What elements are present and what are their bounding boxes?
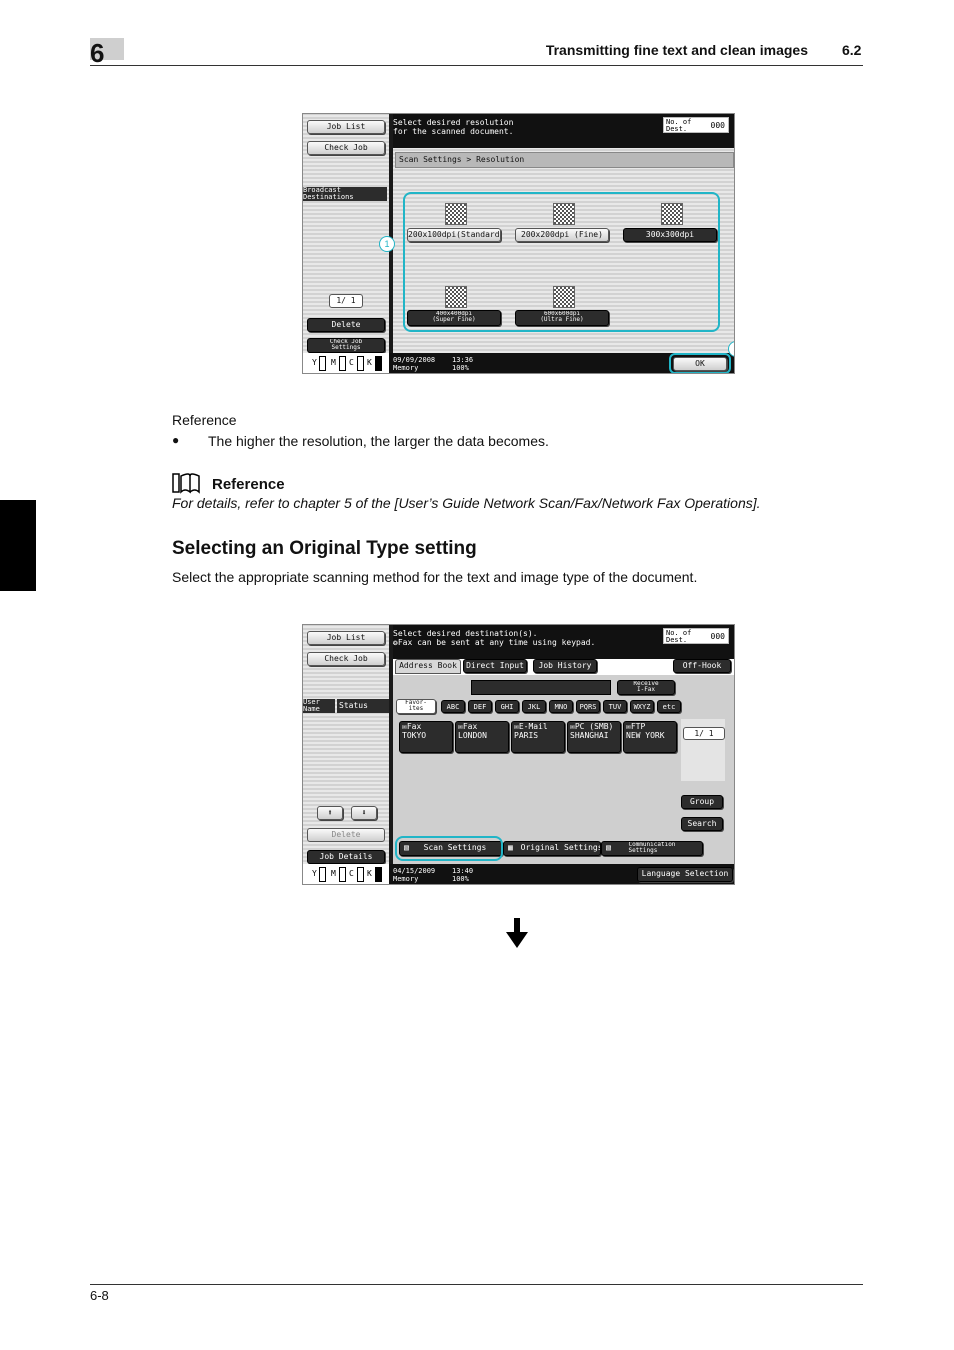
off-hook-button[interactable]: Off-Hook [673,659,731,673]
toner-k-icon [375,356,382,371]
language-selection-button[interactable]: Language Selection [637,867,733,882]
reference-bullet: The higher the resolution, the larger th… [208,433,549,449]
toner-k-icon [375,867,382,882]
destination-ftp-new-york[interactable]: ✉FTP NEW YORK [623,721,677,753]
communication-settings-label: Communication Settings [628,841,676,854]
tab-etc[interactable]: etc [657,700,681,713]
instruction-message: Select desired destination(s). ❂Fax can … [393,629,596,647]
search-button[interactable]: Search [681,817,723,831]
message-bar: Select desired resolution for the scanne… [393,114,734,148]
arrow-down-icon: ⬇ [361,808,367,817]
toner-y-icon [319,356,326,371]
breadcrumb: Scan Settings > Resolution [395,152,734,168]
scan-settings-highlight [395,836,503,861]
communication-settings-icon: ▧ [606,843,611,852]
delete-button[interactable]: Delete [307,828,385,842]
status-bar: Y M C K 04/15/2009 13:40 Memory 100% Lan… [303,864,734,884]
tab-def[interactable]: DEF [468,700,492,713]
scroll-up-button[interactable]: ⬆ [317,806,343,820]
original-settings-icon: ▦ [508,843,513,852]
date-time-memory: 04/15/2009 13:40 Memory 100% [393,867,474,883]
tab-ghi[interactable]: GHI [495,700,519,713]
reference-box-text: For details, refer to chapter 5 of the [… [172,495,761,511]
instruction-message: Select desired resolution for the scanne… [393,118,514,136]
dest-counter-value: 000 [710,121,725,130]
dest-counter-value: 000 [710,632,725,641]
destination-fax-london[interactable]: ✉Fax LONDON [455,721,509,753]
resolution-panel: Scan Settings > Resolution 200x100dpi(St… [379,148,734,353]
page-indicator: 1/ 1 [329,294,363,308]
dest-counter: No. of Dest. 000 [663,628,729,644]
tab-tuv[interactable]: TUV [603,700,627,713]
broadcast-destinations-label: Broadcast Destinations [303,187,387,201]
footer-rule [90,1284,863,1285]
page-number: 6-8 [90,1288,109,1303]
chapter-number: 6 [90,38,105,68]
tab-abc[interactable]: ABC [441,700,465,713]
check-job-button[interactable]: Check Job [307,652,385,666]
dest-counter-label: No. of Dest. [666,629,692,644]
status-bar: Y M C K 09/09/2008 13:36 Memory 100% OK … [303,341,734,373]
screenshot-address-book: Job List Check Job User Name Status ⬆ ⬇ … [302,624,735,885]
check-job-settings-button[interactable]: Check Job Settings [307,338,385,353]
tab-jkl[interactable]: JKL [522,700,546,713]
address-book-panel: Receive I-Fax Favor- ites ABC DEF GHI JK… [393,675,734,864]
toner-c-icon [357,867,364,882]
section-heading: Selecting an Original Type setting [172,538,477,559]
destination-fax-tokyo[interactable]: ✉Fax TOKYO [399,721,453,753]
toner-c-icon [357,356,364,371]
toner-m-icon [339,356,346,371]
tab-direct-input[interactable]: Direct Input [463,659,527,673]
options-highlight [403,192,720,332]
chapter-side-tab [0,500,36,591]
destination-pc-shanghai[interactable]: ✉PC (SMB) SHANGHAI [567,721,621,753]
tab-wxyz[interactable]: WXYZ [630,700,654,713]
tab-job-history[interactable]: Job History [533,659,597,673]
dest-counter: No. of Dest. 000 [663,117,729,133]
bullet-icon: ● [172,433,180,447]
delete-button[interactable]: Delete [307,318,385,332]
reference-box-title: Reference [212,476,285,493]
job-details-button[interactable]: Job Details [307,850,385,864]
message-bar: Select desired destination(s). ❂Fax can … [393,625,734,674]
reference-label: Reference [172,412,237,428]
ok-highlight [669,353,731,373]
destination-email-paris[interactable]: ✉E-Mail PARIS [511,721,565,753]
section-title: Transmitting fine text and clean images [545,42,808,58]
section-number: 6.2 [842,42,862,58]
screenshot-resolution: Job List Check Job Broadcast Destination… [302,113,735,374]
date-time-memory: 09/09/2008 13:36 Memory 100% [393,356,474,372]
book-icon [172,473,200,494]
original-settings-button[interactable]: ▦ Original Settings [503,841,601,856]
arrow-down-icon [506,918,528,948]
tab-address-book[interactable]: Address Book [395,659,461,674]
section-body: Select the appropriate scanning method f… [172,569,698,585]
toner-y-icon [319,867,326,882]
check-job-button[interactable]: Check Job [307,141,385,155]
callout-1: 1 [379,236,395,252]
job-list-button[interactable]: Job List [307,120,385,134]
scroll-down-button[interactable]: ⬇ [351,806,377,820]
header-rule [90,65,863,66]
arrow-up-icon: ⬆ [327,808,333,817]
receive-ifax-button[interactable]: Receive I-Fax [617,680,675,695]
communication-settings-button[interactable]: ▧ Communication Settings [601,841,703,856]
user-name-header: User Name [303,699,335,713]
search-result-field [471,680,611,695]
job-list-button[interactable]: Job List [307,631,385,645]
tab-favorites[interactable]: Favor- ites [396,699,436,714]
tab-pqrs[interactable]: PQRS [576,700,600,713]
tab-mno[interactable]: MNO [549,700,573,713]
group-button[interactable]: Group [681,795,723,809]
status-header: Status [337,699,389,713]
original-settings-label: Original Settings [520,843,601,852]
page-indicator: 1/ 1 [683,727,725,740]
dest-counter-label: No. of Dest. [666,118,692,133]
toner-m-icon [339,867,346,882]
